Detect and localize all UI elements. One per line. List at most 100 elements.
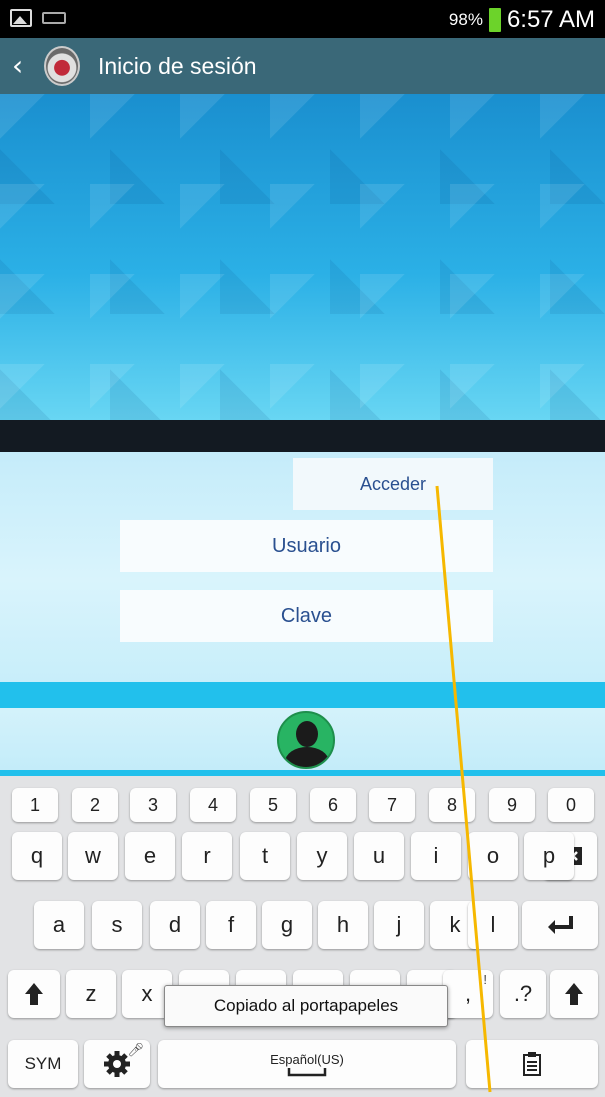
status-bar: 98% 6:57 AM	[0, 0, 605, 38]
key-1-label: 1	[29, 794, 40, 815]
key-p[interactable]: p	[524, 832, 574, 880]
status-bar-system: 98% 6:57 AM	[449, 6, 595, 34]
key-y-label: y	[316, 843, 328, 868]
key-2-label: 2	[89, 794, 100, 815]
key-j[interactable]: j	[374, 901, 424, 949]
key-w[interactable]: w	[68, 832, 118, 880]
key-2[interactable]: 2	[72, 788, 118, 822]
key-3[interactable]: 3	[130, 788, 176, 822]
key-e[interactable]: e	[125, 832, 175, 880]
key-4[interactable]: 4	[190, 788, 236, 822]
key-x-label: x	[141, 981, 153, 1006]
key-period-label: .?	[513, 981, 533, 1006]
space-bar-icon	[287, 1067, 327, 1076]
image-icon	[10, 9, 32, 27]
username-field[interactable]: Usuario	[120, 520, 493, 572]
key-7-label: 7	[386, 794, 397, 815]
key-i[interactable]: i	[411, 832, 461, 880]
hero-banner	[0, 94, 605, 420]
key-comma-label: ,	[464, 981, 472, 1006]
password-field[interactable]: Clave	[120, 590, 493, 642]
clipboard-icon	[523, 1052, 541, 1076]
shift-key-right[interactable]	[550, 970, 598, 1018]
key-o[interactable]: o	[468, 832, 518, 880]
key-g[interactable]: g	[262, 901, 312, 949]
key-u-label: u	[372, 843, 386, 868]
avatar-body	[285, 747, 329, 767]
space-key[interactable]: Español(US)	[158, 1040, 456, 1088]
key-p-label: p	[542, 843, 556, 868]
clipboard-key[interactable]	[466, 1040, 598, 1088]
key-3-label: 3	[147, 794, 158, 815]
key-j-label: j	[396, 912, 402, 937]
key-h-label: h	[336, 912, 350, 937]
key-9[interactable]: 9	[489, 788, 535, 822]
key-y[interactable]: y	[297, 832, 347, 880]
key-d-label: d	[168, 912, 182, 937]
user-avatar-icon[interactable]	[277, 711, 335, 769]
settings-key[interactable]: 🎤︎	[84, 1040, 150, 1088]
enter-icon	[548, 916, 573, 934]
battery-percent: 98%	[448, 10, 483, 29]
action-bar: ‹ Inicio de sesión	[0, 38, 605, 94]
key-f[interactable]: f	[206, 901, 256, 949]
page-title: Inicio de sesión	[98, 52, 257, 79]
accent-band	[0, 682, 605, 708]
key-l[interactable]: l	[468, 901, 518, 949]
avatar-head	[296, 721, 318, 747]
key-9-label: 9	[506, 794, 517, 815]
key-z[interactable]: z	[66, 970, 116, 1018]
key-6[interactable]: 6	[310, 788, 356, 822]
key-8-label: 8	[446, 794, 457, 815]
key-u[interactable]: u	[354, 832, 404, 880]
key-r[interactable]: r	[182, 832, 232, 880]
shift-key-left[interactable]	[8, 970, 60, 1018]
enter-key[interactable]	[522, 901, 598, 949]
key-comma-alt-label: !	[483, 972, 487, 987]
soft-keyboard: SYM 🎤︎ Español(US) 1 2 3 4 5 6 7 8 9 0 q w e r t y u i o p a…	[0, 776, 605, 1097]
space-key-language: Español(US)	[270, 1051, 344, 1067]
key-5-label: 5	[267, 794, 278, 815]
keyboard-icon	[42, 12, 66, 24]
chevron-left-icon[interactable]: ‹	[12, 52, 34, 80]
key-0-label: 0	[565, 794, 576, 815]
battery-icon	[488, 8, 501, 32]
status-bar-notifications	[10, 9, 66, 27]
key-4-label: 4	[207, 794, 218, 815]
shift-icon	[565, 983, 583, 1005]
key-i-label: i	[433, 843, 439, 868]
key-h[interactable]: h	[318, 901, 368, 949]
key-t[interactable]: t	[240, 832, 290, 880]
key-q-label: q	[30, 843, 44, 868]
key-a-label: a	[52, 912, 66, 937]
key-w-label: w	[85, 843, 101, 868]
key-6-label: 6	[327, 794, 338, 815]
key-t-label: t	[261, 843, 269, 868]
login-button[interactable]: Acceder	[293, 458, 493, 510]
key-a[interactable]: a	[34, 901, 84, 949]
key-z-label: z	[85, 981, 97, 1006]
key-g-label: g	[280, 912, 294, 937]
key-k-label: k	[449, 912, 461, 937]
key-7[interactable]: 7	[369, 788, 415, 822]
app-logo-icon	[44, 46, 80, 86]
key-f-label: f	[227, 912, 235, 937]
key-s[interactable]: s	[92, 901, 142, 949]
sym-key[interactable]: SYM	[8, 1040, 78, 1088]
toast-message: Copiado al portapapeles	[164, 985, 448, 1027]
key-0[interactable]: 0	[548, 788, 594, 822]
key-l-label: l	[490, 912, 496, 937]
key-d[interactable]: d	[150, 901, 200, 949]
divider-bar	[0, 420, 605, 452]
key-5[interactable]: 5	[250, 788, 296, 822]
key-period[interactable]: .?	[500, 970, 546, 1018]
key-8[interactable]: 8	[429, 788, 475, 822]
key-comma[interactable]: ,!	[443, 970, 493, 1018]
shift-icon	[25, 983, 43, 1005]
microphone-icon: 🎤︎	[127, 1042, 144, 1057]
key-o-label: o	[486, 843, 500, 868]
key-q[interactable]: q	[12, 832, 62, 880]
key-1[interactable]: 1	[12, 788, 58, 822]
clock: 6:57 AM	[506, 6, 595, 33]
key-s-label: s	[111, 912, 123, 937]
